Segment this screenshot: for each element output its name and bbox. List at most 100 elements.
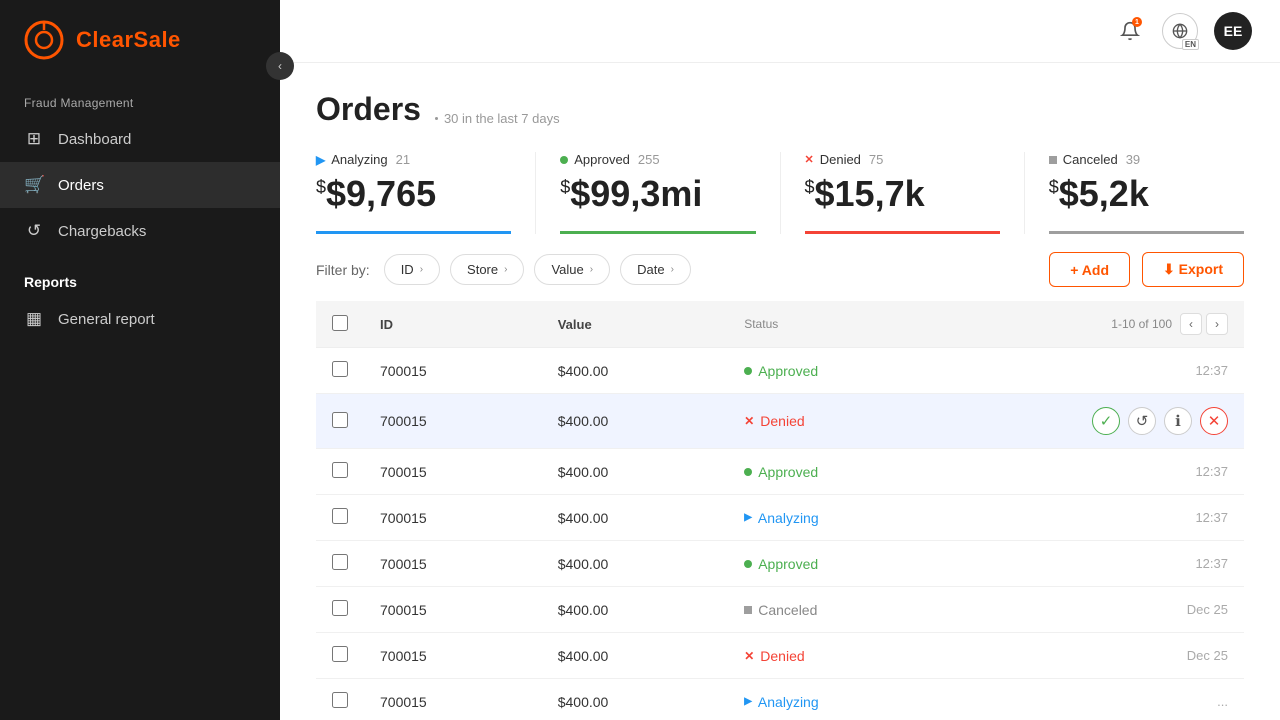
page-title-row: Orders 30 in the last 7 days xyxy=(316,91,1244,128)
row-checkbox[interactable] xyxy=(332,361,348,377)
table-row: 700015$400.00 Approved 12:37 xyxy=(316,348,1244,394)
filter-by-label: Filter by: xyxy=(316,262,370,278)
row-time: ... xyxy=(1217,694,1228,709)
row-status-cell: Approved 12:37 xyxy=(728,348,1244,394)
row-status-cell: Approved 12:37 xyxy=(728,449,1244,495)
canceled-value: $$5,2k xyxy=(1049,173,1244,215)
analyzing-status-icon: ▶ xyxy=(744,696,752,707)
denied-value: $$15,7k xyxy=(805,173,1000,215)
analyzing-indicator-icon: ▶ xyxy=(316,153,325,167)
denied-status-icon: ✕ xyxy=(744,649,754,663)
denied-indicator-icon: ✕ xyxy=(805,153,814,166)
row-checkbox[interactable] xyxy=(332,692,348,708)
stat-canceled: Canceled 39 $$5,2k xyxy=(1049,152,1244,234)
status-badge: ▶ Analyzing xyxy=(744,510,818,526)
sidebar-item-chargebacks[interactable]: ↺ Chargebacks xyxy=(0,208,280,254)
approve-action-button[interactable]: ✓ xyxy=(1092,407,1120,435)
table-row: 700015$400.00 ✕ Denied Dec 25 xyxy=(316,633,1244,679)
table-body: 700015$400.00 Approved 12:37 700015$400.… xyxy=(316,348,1244,720)
row-id: 700015 xyxy=(364,348,542,394)
status-text: Approved xyxy=(758,556,818,572)
language-selector[interactable]: EN xyxy=(1162,13,1198,49)
status-badge: Canceled xyxy=(744,602,817,618)
value-column-header: Value xyxy=(542,301,729,348)
sidebar-item-general-report[interactable]: ▦ General report xyxy=(0,296,280,342)
id-column-header: ID xyxy=(364,301,542,348)
retry-action-button[interactable]: ↺ xyxy=(1128,407,1156,435)
row-checkbox[interactable] xyxy=(332,508,348,524)
status-text: Approved xyxy=(758,464,818,480)
row-checkbox[interactable] xyxy=(332,646,348,662)
pagination-info: 1-10 of 100 xyxy=(1111,317,1172,331)
row-time: Dec 25 xyxy=(1187,602,1228,617)
filter-id-chevron: › xyxy=(420,264,423,275)
status-text: Analyzing xyxy=(758,694,819,710)
status-text: Denied xyxy=(760,648,804,664)
next-page-button[interactable]: › xyxy=(1206,313,1228,335)
analyzing-value: $$9,765 xyxy=(316,173,511,215)
row-checkbox[interactable] xyxy=(332,462,348,478)
status-badge: ✕ Denied xyxy=(744,413,804,429)
row-checkbox[interactable] xyxy=(332,554,348,570)
sidebar-item-dashboard[interactable]: ⊞ Dashboard xyxy=(0,116,280,162)
approved-status-icon xyxy=(744,367,752,375)
stats-divider-3 xyxy=(1024,152,1025,234)
filter-store-chevron: › xyxy=(504,264,507,275)
user-avatar[interactable]: EE xyxy=(1214,12,1252,50)
row-action-buttons: ✓ ↺ ℹ ✕ xyxy=(1092,407,1228,435)
add-button[interactable]: + Add xyxy=(1049,252,1130,287)
filter-date-button[interactable]: Date › xyxy=(620,254,691,285)
orders-icon: 🛒 xyxy=(24,175,44,195)
row-value: $400.00 xyxy=(542,394,729,449)
row-value: $400.00 xyxy=(542,541,729,587)
info-action-button[interactable]: ℹ xyxy=(1164,407,1192,435)
analyzing-count: 21 xyxy=(396,152,410,167)
row-time: 12:37 xyxy=(1195,464,1228,479)
export-button[interactable]: ⬇ Export xyxy=(1142,252,1244,287)
approved-count: 255 xyxy=(638,152,660,167)
fraud-management-label: Fraud Management xyxy=(0,80,280,116)
canceled-status-icon xyxy=(744,606,752,614)
approved-status-icon xyxy=(744,560,752,568)
row-value: $400.00 xyxy=(542,679,729,720)
stat-denied: ✕ Denied 75 $$15,7k xyxy=(805,152,1000,234)
sidebar-item-orders-label: Orders xyxy=(58,177,104,194)
stat-approved: Approved 255 $$99,3mi xyxy=(560,152,755,234)
row-checkbox[interactable] xyxy=(332,600,348,616)
status-badge: ✕ Denied xyxy=(744,648,804,664)
row-id: 700015 xyxy=(364,587,542,633)
close-action-button[interactable]: ✕ xyxy=(1200,407,1228,435)
status-text: Canceled xyxy=(758,602,817,618)
row-id: 700015 xyxy=(364,633,542,679)
prev-page-button[interactable]: ‹ xyxy=(1180,313,1202,335)
row-time: 12:37 xyxy=(1195,556,1228,571)
select-all-checkbox[interactable] xyxy=(332,315,348,331)
sidebar-item-orders[interactable]: 🛒 Orders xyxy=(0,162,280,208)
status-badge: Approved xyxy=(744,363,818,379)
sidebar-item-general-report-label: General report xyxy=(58,311,155,328)
filter-date-chevron: › xyxy=(671,264,674,275)
row-checkbox[interactable] xyxy=(332,412,348,428)
filter-id-button[interactable]: ID › xyxy=(384,254,440,285)
reports-section-label: Reports xyxy=(0,254,280,296)
language-label: EN xyxy=(1182,39,1199,50)
row-status-cell: Approved 12:37 xyxy=(728,541,1244,587)
row-id: 700015 xyxy=(364,495,542,541)
table-row: 700015$400.00 ▶ Analyzing 12:37 xyxy=(316,495,1244,541)
filter-bar: Filter by: ID › Store › Value › Date › +… xyxy=(316,234,1244,301)
canceled-count: 39 xyxy=(1126,152,1140,167)
select-all-header xyxy=(316,301,364,348)
filter-value-button[interactable]: Value › xyxy=(534,254,610,285)
sidebar-toggle-button[interactable]: ‹ xyxy=(266,52,294,80)
row-value: $400.00 xyxy=(542,348,729,394)
main-content: 1 EN EE Orders 30 in the last 7 days xyxy=(280,0,1280,720)
general-report-icon: ▦ xyxy=(24,309,44,329)
sidebar: ClearSale ‹ Fraud Management ⊞ Dashboard… xyxy=(0,0,280,720)
notification-bell[interactable]: 1 xyxy=(1114,15,1146,47)
sidebar-item-chargebacks-label: Chargebacks xyxy=(58,223,146,240)
filter-store-button[interactable]: Store › xyxy=(450,254,524,285)
analyzing-status-icon: ▶ xyxy=(744,512,752,523)
table-row: 700015$400.00 ▶ Analyzing ... xyxy=(316,679,1244,720)
filter-actions: + Add ⬇ Export xyxy=(1049,252,1244,287)
row-time: 12:37 xyxy=(1195,510,1228,525)
